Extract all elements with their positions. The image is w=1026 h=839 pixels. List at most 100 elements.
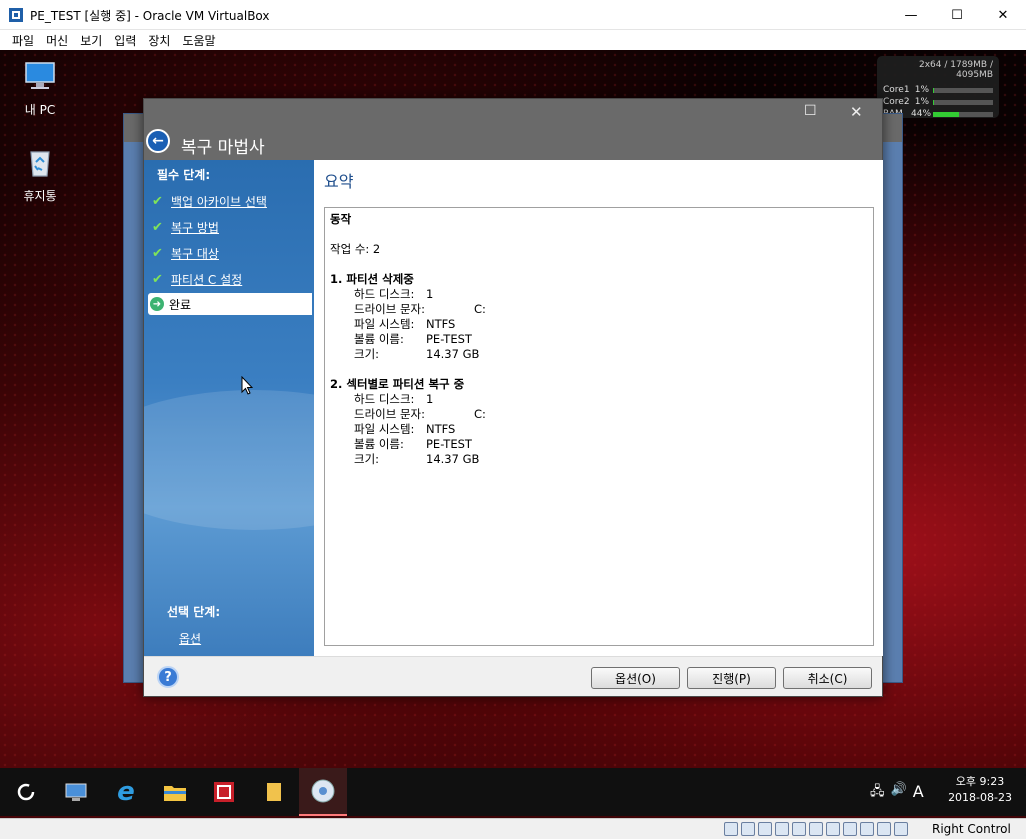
arrow-right-icon: ➜ bbox=[150, 297, 164, 311]
taskbar-app-explorer[interactable] bbox=[151, 768, 199, 816]
dialog-close-button[interactable]: ✕ bbox=[850, 103, 870, 123]
operation-title: 1. 파티션 삭제중 bbox=[330, 272, 414, 286]
keyboard-icon[interactable] bbox=[894, 822, 908, 836]
mouse-integration-icon[interactable] bbox=[877, 822, 891, 836]
menu-view[interactable]: 보기 bbox=[74, 32, 108, 49]
audio-icon[interactable] bbox=[758, 822, 772, 836]
sidebar-step-method[interactable]: ✔ 복구 방법 bbox=[150, 216, 314, 238]
summary-value: PE-TEST bbox=[426, 332, 472, 346]
summary-row: 크기: 14.37 GB bbox=[330, 347, 868, 362]
taskbar-app-files[interactable] bbox=[250, 768, 298, 816]
clock[interactable]: 오후 9:23 2018-08-23 bbox=[948, 774, 1012, 806]
proceed-button[interactable]: 진행(P) bbox=[687, 667, 776, 689]
check-icon: ✔ bbox=[152, 271, 163, 287]
network-icon[interactable]: 🖧 bbox=[870, 782, 885, 804]
vbox-titlebar: PE_TEST [실행 중] - Oracle VM VirtualBox — … bbox=[0, 0, 1026, 30]
folder-icon bbox=[164, 786, 186, 801]
summary-value: C: bbox=[474, 407, 486, 421]
minimize-button[interactable]: — bbox=[888, 0, 934, 30]
network-adapter-icon[interactable] bbox=[775, 822, 789, 836]
system-tray: 🖧 🔊 A bbox=[870, 782, 924, 804]
sidebar-step-archive[interactable]: ✔ 백업 아카이브 선택 bbox=[150, 190, 314, 212]
dialog-maximize-button[interactable]: ☐ bbox=[804, 103, 824, 123]
summary-key: 하드 디스크: bbox=[354, 392, 415, 406]
system-monitor-widget: 2x64 / 1789MB / 4095MB Core1 1% Core2 1%… bbox=[877, 56, 999, 119]
hard-disk-icon[interactable] bbox=[724, 822, 738, 836]
sidebar-step-label: 완료 bbox=[169, 297, 192, 312]
taskbar-app-control[interactable] bbox=[52, 768, 100, 816]
summary-key: 크기: bbox=[354, 452, 380, 466]
cpu-icon[interactable] bbox=[860, 822, 874, 836]
volume-icon[interactable]: 🔊 bbox=[891, 782, 907, 804]
sidebar-step-partition[interactable]: ✔ 파티션 C 설정 bbox=[150, 268, 314, 290]
summary-section-heading: 동작 bbox=[330, 212, 352, 226]
summary-key: 크기: bbox=[354, 347, 380, 361]
disk-recovery-icon bbox=[311, 779, 335, 803]
check-icon: ✔ bbox=[152, 193, 163, 209]
sidebar-options-link[interactable]: 옵션 bbox=[179, 630, 201, 647]
help-icon[interactable]: ? bbox=[157, 666, 179, 688]
page-title: 요약 bbox=[324, 172, 354, 191]
operation-title: 2. 섹터별로 파티션 복구 중 bbox=[330, 377, 465, 391]
sysmon-row-core2: Core2 1% bbox=[883, 96, 993, 108]
document-folder-icon bbox=[267, 783, 281, 801]
desktop-icon-this-pc[interactable]: 내 PC bbox=[5, 58, 75, 118]
ime-indicator[interactable]: A bbox=[913, 782, 924, 804]
sidebar-step-label: 복구 방법 bbox=[171, 220, 219, 235]
sidebar-step-label: 복구 대상 bbox=[171, 246, 219, 261]
taskbar-app-recovery[interactable] bbox=[299, 768, 347, 816]
optical-drive-icon[interactable] bbox=[741, 822, 755, 836]
sysmon-bar bbox=[933, 87, 993, 93]
summary-key: 볼륨 이름: bbox=[354, 437, 404, 451]
host-key-label: Right Control bbox=[932, 822, 1011, 836]
optional-steps-heading: 선택 단계: bbox=[167, 605, 221, 619]
options-button[interactable]: 옵션(O) bbox=[591, 667, 680, 689]
clock-date: 2018-08-23 bbox=[948, 791, 1012, 804]
menu-input[interactable]: 입력 bbox=[108, 32, 142, 49]
summary-row: 하드 디스크: 1 bbox=[330, 287, 868, 302]
window-title: PE_TEST [실행 중] - Oracle VM VirtualBox bbox=[30, 9, 270, 23]
sysmon-bar bbox=[933, 111, 993, 117]
summary-row: 크기: 14.37 GB bbox=[330, 452, 868, 467]
summary-value: NTFS bbox=[426, 422, 456, 436]
taskbar-app-ie[interactable]: e bbox=[102, 768, 150, 816]
summary-value: PE-TEST bbox=[426, 437, 472, 451]
summary-value: 1 bbox=[426, 392, 434, 406]
summary-key: 파일 시스템: bbox=[354, 317, 415, 331]
video-capture-icon[interactable] bbox=[843, 822, 857, 836]
maximize-button[interactable]: ☐ bbox=[934, 0, 980, 30]
summary-row: 파일 시스템: NTFS bbox=[330, 422, 868, 437]
summary-value: 14.37 GB bbox=[426, 347, 480, 361]
sysmon-pct: 44% bbox=[911, 109, 932, 119]
shared-folders-icon[interactable] bbox=[809, 822, 823, 836]
check-icon: ✔ bbox=[152, 219, 163, 235]
sidebar-step-target[interactable]: ✔ 복구 대상 bbox=[150, 242, 314, 264]
back-arrow-icon[interactable]: ← bbox=[146, 129, 170, 153]
sysmon-row-core1: Core1 1% bbox=[883, 84, 993, 96]
menu-help[interactable]: 도움말 bbox=[176, 32, 221, 49]
start-button[interactable] bbox=[2, 768, 50, 816]
menu-devices[interactable]: 장치 bbox=[142, 32, 176, 49]
summary-key: 파일 시스템: bbox=[354, 422, 415, 436]
menu-file[interactable]: 파일 bbox=[6, 32, 40, 49]
desktop-icon-recycle-bin[interactable]: 휴지통 bbox=[5, 144, 75, 204]
summary-key: 드라이브 문자: bbox=[354, 302, 426, 316]
summary-box[interactable]: 동작 작업 수: 2 1. 파티션 삭제중 하드 디스크: 1 드라이브 문자: C… bbox=[324, 207, 874, 646]
summary-row: 하드 디스크: 1 bbox=[330, 392, 868, 407]
sidebar-step-finish[interactable]: ➜ 완료 bbox=[148, 293, 312, 315]
summary-row: 볼륨 이름: PE-TEST bbox=[330, 437, 868, 452]
display-icon[interactable] bbox=[826, 822, 840, 836]
close-button[interactable]: ✕ bbox=[980, 0, 1026, 30]
menu-machine[interactable]: 머신 bbox=[40, 32, 74, 49]
summary-value: 1 bbox=[426, 287, 434, 301]
sysmon-bar-fill bbox=[933, 111, 960, 117]
status-icons bbox=[724, 822, 908, 836]
clock-time: 오후 9:23 bbox=[955, 775, 1005, 788]
taskbar-app-red[interactable] bbox=[200, 768, 248, 816]
summary-row: 볼륨 이름: PE-TEST bbox=[330, 332, 868, 347]
wizard-content: 요약 동작 작업 수: 2 1. 파티션 삭제중 하드 디스크: 1 드라이브 문… bbox=[314, 160, 883, 656]
cancel-button[interactable]: 취소(C) bbox=[783, 667, 872, 689]
desktop-icon-label: 내 PC bbox=[24, 103, 56, 117]
summary-value: NTFS bbox=[426, 317, 456, 331]
usb-icon[interactable] bbox=[792, 822, 806, 836]
